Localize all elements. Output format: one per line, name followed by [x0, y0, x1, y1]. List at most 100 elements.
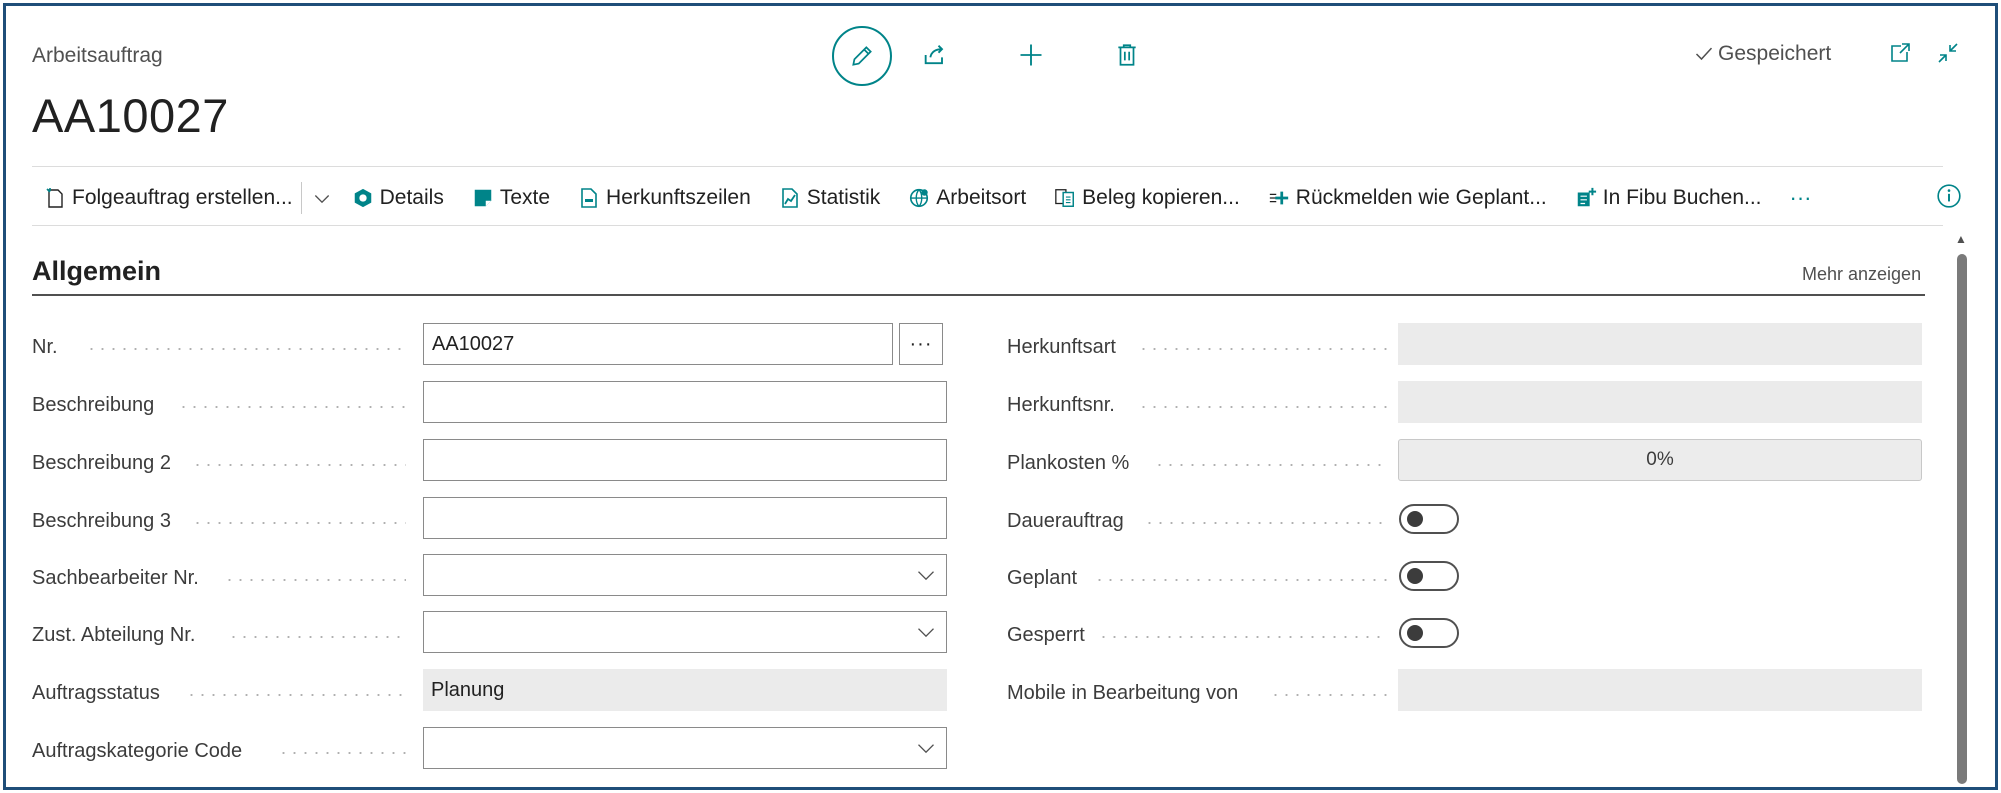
origin-no-label: Herkunftsnr.: [1007, 394, 1115, 416]
details-button[interactable]: Details: [352, 186, 444, 210]
scroll-up-arrow-icon[interactable]: ▲: [1955, 232, 1967, 246]
chevron-down-icon: [918, 744, 934, 754]
ledger-icon: [1575, 187, 1597, 209]
globe-icon: [908, 187, 930, 209]
chevron-down-icon: [314, 195, 329, 204]
copy-document-button[interactable]: Beleg kopieren...: [1054, 186, 1240, 210]
details-label: Details: [379, 186, 444, 209]
description-3-input[interactable]: [423, 497, 947, 539]
blocked-label: Gesperrt: [1007, 624, 1085, 646]
new-icon[interactable]: [1002, 26, 1060, 84]
new-document-icon: [44, 187, 66, 209]
description-2-input[interactable]: [423, 439, 947, 481]
leader-dots: [178, 406, 406, 408]
leader-dots: [186, 694, 406, 696]
action-toolbar: Folgeauftrag erstellen... Details Texte …: [44, 178, 1840, 218]
chevron-down-icon: [918, 628, 934, 638]
hexagon-icon: [352, 187, 374, 209]
leader-dots: [86, 348, 406, 350]
order-category-select[interactable]: [423, 727, 947, 769]
statistics-button[interactable]: Statistik: [779, 186, 881, 210]
collapse-icon[interactable]: [1934, 39, 1962, 67]
note-icon: [472, 187, 494, 209]
post-to-ledger-label: In Fibu Buchen...: [1602, 186, 1762, 209]
more-actions-button[interactable]: ···: [1790, 185, 1812, 211]
page-title: AA10027: [32, 89, 229, 142]
follow-up-order-button[interactable]: Folgeauftrag erstellen...: [44, 186, 293, 210]
leader-dots: [1144, 522, 1388, 524]
scrollbar-thumb[interactable]: [1957, 254, 1967, 784]
mobile-editing-label: Mobile in Bearbeitung von: [1007, 682, 1239, 704]
origin-lines-label: Herkunftszeilen: [606, 186, 751, 209]
order-category-label: Auftragskategorie Code: [32, 740, 243, 762]
edit-icon[interactable]: [832, 26, 892, 86]
leader-dots: [1098, 636, 1388, 638]
clerk-no-label: Sachbearbeiter Nr.: [32, 567, 199, 589]
info-icon[interactable]: [1936, 183, 1962, 209]
toggle-knob: [1407, 568, 1423, 584]
nr-input[interactable]: AA10027: [423, 323, 893, 365]
open-new-window-icon[interactable]: [1886, 39, 1914, 67]
standing-order-label: Dauerauftrag: [1007, 510, 1124, 532]
work-location-button[interactable]: Arbeitsort: [908, 186, 1026, 210]
texts-button[interactable]: Texte: [472, 186, 550, 210]
page-frame: Arbeitsauftrag AA10027 Gespeichert Folge…: [3, 3, 1998, 790]
section-title[interactable]: Allgemein: [32, 256, 161, 287]
description-input[interactable]: [423, 381, 947, 423]
order-status-label: Auftragsstatus: [32, 682, 160, 704]
description-2-label: Beschreibung 2: [32, 452, 171, 474]
page-caption: Arbeitsauftrag: [32, 44, 163, 67]
department-no-select[interactable]: [423, 611, 947, 653]
leader-dots: [1138, 348, 1388, 350]
copy-document-label: Beleg kopieren...: [1082, 186, 1240, 209]
description-3-label: Beschreibung 3: [32, 510, 171, 532]
leader-dots: [1094, 579, 1388, 581]
planned-cost-label: Plankosten %: [1007, 452, 1130, 474]
clerk-no-select[interactable]: [423, 554, 947, 596]
chart-icon: [779, 187, 801, 209]
planned-label: Geplant: [1007, 567, 1078, 589]
origin-type-value: [1398, 323, 1922, 365]
toolbar-divider-bottom: [32, 225, 1943, 226]
leader-dots: [1270, 694, 1388, 696]
work-location-label: Arbeitsort: [936, 186, 1027, 209]
document-icon: [578, 187, 600, 209]
planned-toggle[interactable]: [1399, 561, 1459, 591]
delete-icon[interactable]: [1098, 26, 1156, 84]
order-status-value: Planung: [423, 669, 947, 711]
save-status-label: Gespeichert: [1718, 42, 1832, 65]
toolbar-separator: [300, 182, 302, 214]
chevron-down-icon: [918, 571, 934, 581]
report-as-planned-button[interactable]: Rückmelden wie Geplant...: [1268, 186, 1547, 210]
origin-type-label: Herkunftsart: [1007, 336, 1116, 358]
section-divider: [32, 294, 1925, 296]
mobile-editing-value: [1398, 669, 1922, 711]
follow-up-dropdown-button[interactable]: [312, 188, 332, 208]
follow-up-order-label: Folgeauftrag erstellen...: [72, 186, 293, 209]
statistics-label: Statistik: [806, 186, 881, 209]
planned-cost-progress: 0%: [1398, 439, 1922, 481]
post-icon: [1268, 187, 1290, 209]
description-label: Beschreibung: [32, 394, 155, 416]
toolbar-divider-top: [32, 166, 1943, 167]
blocked-toggle[interactable]: [1399, 618, 1459, 648]
copy-icon: [1054, 187, 1076, 209]
leader-dots: [1138, 406, 1388, 408]
checkmark-icon: [1695, 47, 1713, 61]
leader-dots: [192, 464, 406, 466]
show-more-link[interactable]: Mehr anzeigen: [1802, 264, 1921, 285]
report-as-planned-label: Rückmelden wie Geplant...: [1295, 186, 1547, 209]
nr-label: Nr.: [32, 336, 58, 358]
texts-label: Texte: [499, 186, 551, 209]
department-no-label: Zust. Abteilung Nr.: [32, 624, 196, 646]
share-icon[interactable]: [906, 26, 964, 84]
origin-no-value: [1398, 381, 1922, 423]
post-to-ledger-button[interactable]: In Fibu Buchen...: [1575, 186, 1762, 210]
origin-lines-button[interactable]: Herkunftszeilen: [578, 186, 751, 210]
nr-assist-button[interactable]: ···: [899, 323, 943, 365]
leader-dots: [228, 636, 406, 638]
standing-order-toggle[interactable]: [1399, 504, 1459, 534]
leader-dots: [192, 522, 406, 524]
save-status: Gespeichert: [1694, 42, 1831, 66]
leader-dots: [278, 752, 406, 754]
